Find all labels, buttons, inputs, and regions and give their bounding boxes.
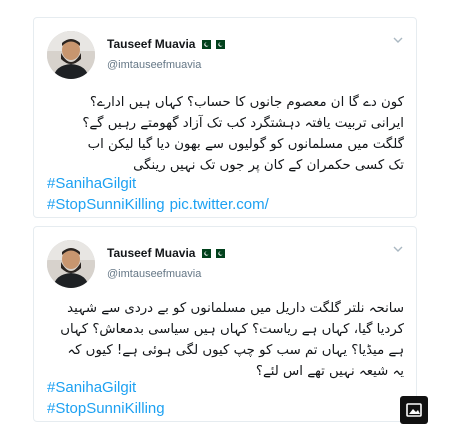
avatar-image [47, 240, 95, 288]
author-name[interactable]: Tauseef Muavia [107, 37, 195, 51]
tweet-text-line: گلگت میں مسلمانوں کو گولیوں سے بھون دیا … [87, 137, 404, 152]
pakistan-flag-icon [213, 39, 226, 49]
tweet-text-line: ایرانی تربیت یافتہ دہشتگرد کب تک آزاد گھ… [82, 116, 404, 131]
tweet-card[interactable]: Tauseef Muavia @imtauseefmuavia سانحہ نل… [33, 226, 417, 422]
hashtag-link[interactable]: #SanihaGilgit [47, 377, 165, 398]
hashtag-link[interactable]: #StopSunniKilling [47, 398, 165, 419]
tweet-text-line: کون دے گا ان معصوم جانوں کا حساب؟ کہاں ہ… [89, 95, 404, 110]
hashtag-link[interactable]: #StopSunniKilling [47, 196, 165, 213]
pakistan-flag-icon [199, 39, 212, 49]
tweet-text: سانحہ نلتر گلگت داریل میں مسلمانوں کو بے… [46, 298, 404, 382]
author-handle[interactable]: @imtauseefmuavia [107, 268, 201, 280]
author-row: Tauseef Muavia [107, 36, 226, 52]
tweet-text-line: کردیا گیا، کہاں ہے ریاست؟ کہاں ہیں سیاسی… [60, 322, 404, 337]
hashtag-link[interactable]: #SanihaGilgit [47, 173, 269, 194]
chevron-down-icon[interactable] [393, 245, 403, 253]
chevron-down-icon[interactable] [393, 36, 403, 44]
author-row: Tauseef Muavia [107, 245, 226, 261]
image-icon[interactable] [400, 396, 428, 424]
tweet-text-line: سانحہ نلتر گلگت داریل میں مسلمانوں کو بے… [67, 301, 404, 316]
tweet-card[interactable]: Tauseef Muavia @imtauseefmuavia کون دے گ… [33, 17, 417, 218]
hashtag-row: #StopSunniKilling pic.twitter.com/ [47, 194, 269, 215]
avatar[interactable] [47, 31, 95, 79]
author-handle[interactable]: @imtauseefmuavia [107, 59, 201, 71]
avatar-image [47, 31, 95, 79]
author-name[interactable]: Tauseef Muavia [107, 246, 195, 260]
avatar[interactable] [47, 240, 95, 288]
tweet-text-line: ہے میڈیا؟ یہاں تم سب کو چپ کیوں لگی ہوئی… [67, 343, 404, 358]
hashtag-block: #SanihaGilgit #StopSunniKilling [47, 377, 165, 419]
flags [199, 248, 226, 258]
pakistan-flag-icon [199, 248, 212, 258]
hashtag-block: #SanihaGilgit #StopSunniKilling pic.twitt… [47, 173, 269, 215]
flags [199, 39, 226, 49]
pic-link[interactable]: pic.twitter.com/ [170, 196, 269, 213]
pakistan-flag-icon [213, 248, 226, 258]
tweet-text: کون دے گا ان معصوم جانوں کا حساب؟ کہاں ہ… [46, 92, 404, 176]
